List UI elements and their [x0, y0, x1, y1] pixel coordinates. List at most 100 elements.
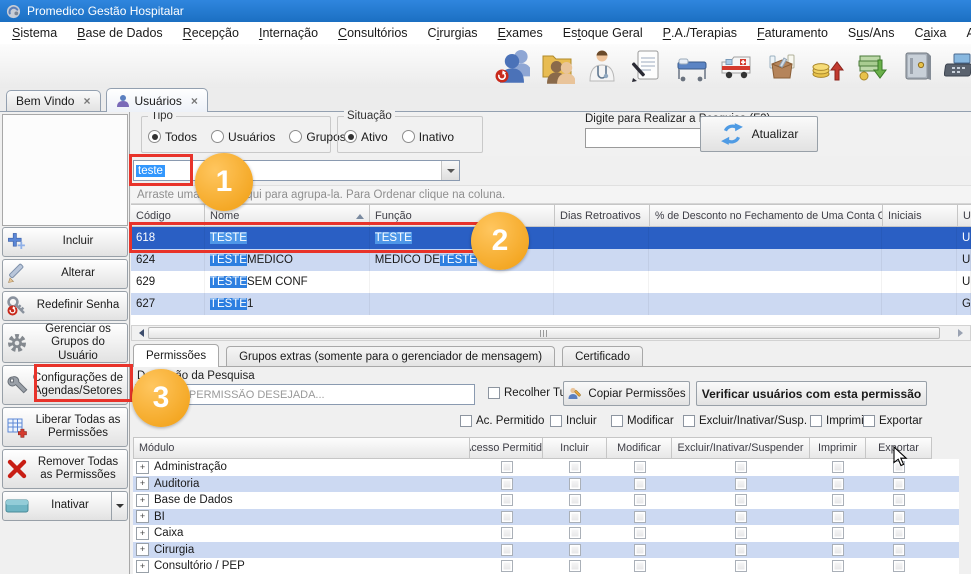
perm-column-header-imprimir[interactable]: Imprimir: [810, 437, 866, 459]
menu-item-exames[interactable]: Exames: [488, 22, 553, 44]
copy-permissions-button[interactable]: Copiar Permissões: [563, 381, 690, 406]
menu-item-cirurgias[interactable]: Cirurgias: [418, 22, 488, 44]
redefinir-senha-button[interactable]: Redefinir Senha: [2, 291, 128, 321]
permission-checkbox[interactable]: [569, 461, 581, 473]
permission-checkbox[interactable]: [735, 511, 747, 523]
hospital-bed-icon[interactable]: [672, 46, 712, 86]
permission-checkbox[interactable]: [832, 511, 844, 523]
expand-icon[interactable]: +: [136, 510, 149, 523]
quick-search-input[interactable]: [585, 128, 701, 148]
column-header-u[interactable]: U: [958, 204, 971, 227]
perm-column-header-m-dulo[interactable]: Módulo: [133, 437, 470, 459]
expand-icon[interactable]: +: [136, 560, 149, 573]
table-row[interactable]: 627TESTE1 G: [131, 293, 971, 315]
permission-checkbox[interactable]: [569, 511, 581, 523]
permission-checkbox[interactable]: [893, 560, 905, 572]
radio-situacao-ativo[interactable]: Ativo: [344, 130, 388, 144]
permission-checkbox[interactable]: [832, 461, 844, 473]
menu-item-administra-o[interactable]: Administração: [956, 22, 971, 44]
expand-icon[interactable]: +: [136, 527, 149, 540]
menu-item-interna-o[interactable]: Internação: [249, 22, 328, 44]
menu-item-base-de-dados[interactable]: Base de Dados: [67, 22, 172, 44]
column-header-de-desconto-no-fechamento-de-uma-conta-corrente[interactable]: % de Desconto no Fechamento de Uma Conta…: [650, 204, 883, 227]
permission-checkbox[interactable]: [893, 511, 905, 523]
permission-checkbox[interactable]: [832, 527, 844, 539]
permission-checkbox[interactable]: [893, 478, 905, 490]
permission-checkbox[interactable]: [569, 544, 581, 556]
scroll-left-button[interactable]: [132, 326, 147, 340]
perm-column-header-excluir-inativar-suspender[interactable]: Excluir/Inativar/Suspender: [672, 437, 810, 459]
detail-tab-certificado[interactable]: Certificado: [562, 346, 643, 366]
permission-checkbox[interactable]: [569, 494, 581, 506]
detail-tab-permiss-es[interactable]: Permissões: [133, 344, 219, 367]
scroll-thumb[interactable]: [148, 327, 940, 339]
permission-checkbox[interactable]: [893, 544, 905, 556]
permission-checkbox[interactable]: [735, 478, 747, 490]
expand-icon[interactable]: +: [136, 461, 149, 474]
permission-checkbox[interactable]: [501, 461, 513, 473]
table-row[interactable]: 629TESTE SEM CONF U: [131, 271, 971, 293]
users-folder-icon[interactable]: [537, 46, 577, 86]
menu-item-consult-rios[interactable]: Consultórios: [328, 22, 417, 44]
refresh-button[interactable]: Atualizar: [700, 116, 818, 152]
close-icon[interactable]: ×: [191, 95, 198, 107]
tab-bem-vindo[interactable]: Bem Vindo×: [6, 90, 101, 111]
scroll-right-button[interactable]: [955, 326, 970, 340]
alterar-button[interactable]: Alterar: [2, 259, 128, 289]
expand-icon[interactable]: +: [136, 543, 149, 556]
permission-checkbox[interactable]: [735, 494, 747, 506]
radio-situacao-inativo[interactable]: Inativo: [402, 130, 454, 144]
money-down-icon[interactable]: [852, 46, 892, 86]
permission-checkbox[interactable]: [569, 560, 581, 572]
column-header-iniciais[interactable]: Iniciais: [883, 204, 958, 227]
h-scrollbar[interactable]: [131, 325, 971, 341]
menu-item-p-a-terapias[interactable]: P.A./Terapias: [653, 22, 747, 44]
bulk-checkbox-excluir-inativar-susp[interactable]: Excluir/Inativar/Susp.: [683, 415, 807, 427]
permission-checkbox[interactable]: [501, 544, 513, 556]
permission-checkbox[interactable]: [893, 494, 905, 506]
module-row[interactable]: +Caixa: [133, 525, 959, 542]
tab-usu-rios[interactable]: Usuários×: [106, 88, 208, 112]
permission-checkbox[interactable]: [634, 461, 646, 473]
permission-checkbox[interactable]: [832, 544, 844, 556]
module-row[interactable]: +Base de Dados: [133, 492, 959, 509]
bulk-checkbox-ac-permitido[interactable]: Ac. Permitido: [460, 415, 544, 427]
permission-checkbox[interactable]: [735, 527, 747, 539]
menu-item-recep-o[interactable]: Recepção: [173, 22, 249, 44]
combobox-dropdown-button[interactable]: [441, 161, 459, 180]
incluir-button[interactable]: Incluir: [2, 227, 128, 257]
permission-checkbox[interactable]: [634, 560, 646, 572]
safe-icon[interactable]: [897, 46, 937, 86]
module-row[interactable]: +Consultório / PEP: [133, 558, 959, 574]
bulk-checkbox-exportar[interactable]: Exportar: [863, 415, 922, 427]
supplies-icon[interactable]: [762, 46, 802, 86]
remover-todas-as-permiss-es-button[interactable]: Remover Todas as Permissões: [2, 449, 128, 489]
gerenciar-os-grupos-do-usu-rio-button[interactable]: Gerenciar os Grupos do Usuário: [2, 323, 128, 363]
contract-icon[interactable]: [627, 46, 667, 86]
permission-checkbox[interactable]: [832, 478, 844, 490]
permission-checkbox[interactable]: [569, 527, 581, 539]
doctor-icon[interactable]: [582, 46, 622, 86]
module-row[interactable]: +Administração: [133, 459, 959, 476]
expand-icon[interactable]: +: [136, 477, 149, 490]
permission-checkbox[interactable]: [634, 478, 646, 490]
permission-checkbox[interactable]: [634, 511, 646, 523]
liberar-todas-as-permiss-es-button[interactable]: Liberar Todas as Permissões: [2, 407, 128, 447]
close-icon[interactable]: ×: [83, 95, 90, 107]
permission-checkbox[interactable]: [501, 527, 513, 539]
permission-checkbox[interactable]: [893, 527, 905, 539]
bulk-checkbox-imprimir[interactable]: Imprimir: [810, 415, 868, 427]
menu-item-caixa[interactable]: Caixa: [904, 22, 956, 44]
permission-checkbox[interactable]: [735, 560, 747, 572]
perm-column-header-modificar[interactable]: Modificar: [607, 437, 672, 459]
permission-checkbox[interactable]: [735, 544, 747, 556]
verify-users-button[interactable]: Verificar usuários com esta permissão: [696, 381, 927, 406]
register-icon[interactable]: [942, 46, 971, 86]
ambulance-icon[interactable]: [717, 46, 757, 86]
dropdown-split-button[interactable]: [111, 492, 127, 520]
detail-tab-grupos-extras-somente-para-o-gerenciador-de-mensagem[interactable]: Grupos extras (somente para o gerenciado…: [226, 346, 555, 366]
menu-item-estoque-geral[interactable]: Estoque Geral: [553, 22, 653, 44]
module-row[interactable]: +Auditoria: [133, 476, 959, 493]
money-up-icon[interactable]: [807, 46, 847, 86]
permission-checkbox[interactable]: [634, 494, 646, 506]
